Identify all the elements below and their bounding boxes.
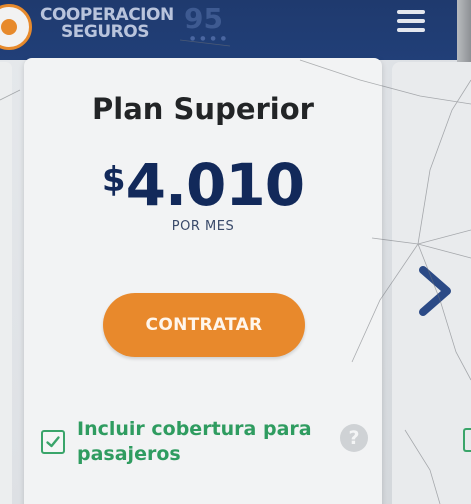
price-currency: $ <box>101 160 126 200</box>
price-period: POR MES <box>171 219 235 234</box>
contratar-button[interactable]: CONTRATAR <box>103 293 305 357</box>
brand-logo-icon <box>0 4 32 50</box>
hamburger-icon[interactable] <box>397 10 425 32</box>
plan-title: Plan Superior <box>92 92 314 126</box>
chevron-right-icon[interactable] <box>415 266 455 316</box>
price-amount: 4.010 <box>125 151 305 219</box>
question-icon[interactable]: ? <box>340 424 368 452</box>
plan-price: $4.010 <box>24 151 382 219</box>
anniversary-badge-dots: ●●●● <box>190 35 231 42</box>
app-header: COOPERACION SEGUROS 95 ●●●● <box>0 0 457 60</box>
coverage-label[interactable]: Incluir cobertura para pasajeros <box>77 417 317 467</box>
next-card-checkbox <box>463 428 471 452</box>
coverage-checkbox[interactable] <box>41 430 65 454</box>
brand-name: COOPERACION SEGUROS <box>40 5 174 42</box>
check-icon <box>46 436 60 448</box>
previous-plan-card[interactable] <box>0 62 12 504</box>
anniversary-badge: 95 <box>184 2 223 35</box>
